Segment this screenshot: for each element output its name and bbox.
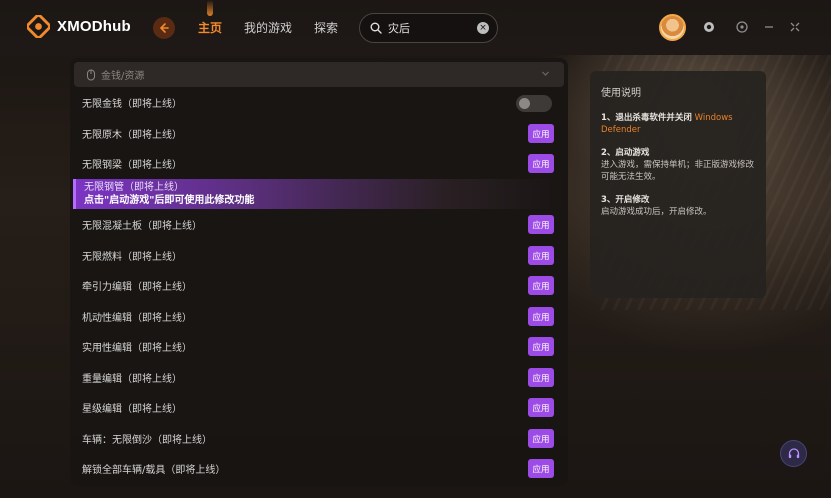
- instructions-title: 使用说明: [601, 88, 641, 99]
- app-name: XMODhub: [57, 18, 131, 35]
- step-3-heading: 3、开启修改: [601, 195, 650, 205]
- mod-label: 无限原木（即将上线）: [82, 129, 182, 141]
- list-item: 解锁全部车辆/载具（即将上线） 应用: [74, 453, 564, 483]
- instruction-step-2: 2、启动游戏 进入游戏，需保持单机；非正版游戏修改可能无法生效。: [601, 147, 755, 183]
- top-bar: XMODhub 主页 我的游戏 探索 ×: [0, 0, 831, 55]
- list-item: 重量编辑（即将上线） 应用: [74, 362, 564, 392]
- nav-my-games[interactable]: 我的游戏: [244, 19, 292, 36]
- restore-icon[interactable]: [735, 20, 749, 34]
- avatar[interactable]: [659, 14, 686, 41]
- nav-home[interactable]: 主页: [198, 19, 222, 36]
- support-button[interactable]: [780, 440, 807, 467]
- list-item: 牵引力编辑（即将上线） 应用: [74, 270, 564, 300]
- mod-label: 无限混凝土板（即将上线）: [82, 220, 202, 232]
- nav-active-indicator: [207, 0, 213, 16]
- list-item: 实用性编辑（即将上线） 应用: [74, 331, 564, 361]
- list-item: 无限金钱（即将上线）: [74, 87, 564, 117]
- apply-button[interactable]: 应用: [528, 246, 554, 265]
- mod-toggle[interactable]: [516, 95, 552, 112]
- apply-button[interactable]: 应用: [528, 276, 554, 295]
- instruction-step-3: 3、开启修改 启动游戏成功后，开启修改。: [601, 194, 755, 218]
- apply-button[interactable]: 应用: [528, 307, 554, 326]
- mod-label: 无限燃料（即将上线）: [82, 251, 182, 263]
- apply-button[interactable]: 应用: [528, 337, 554, 356]
- mod-label: 重量编辑（即将上线）: [82, 373, 182, 385]
- mod-label: 星级编辑（即将上线）: [82, 403, 182, 415]
- mod-label: 无限钢管（即将上线）: [84, 182, 184, 193]
- mod-label: 无限金钱（即将上线）: [82, 98, 182, 110]
- list-item: 机动性编辑（即将上线） 应用: [74, 301, 564, 331]
- back-icon: [159, 23, 169, 33]
- mod-label: 牵引力编辑（即将上线）: [82, 281, 192, 293]
- nav-explore[interactable]: 探索: [314, 19, 338, 36]
- mouse-icon: [87, 69, 95, 80]
- section-title: 金钱/资源: [101, 71, 145, 82]
- main-nav: 主页 我的游戏 探索: [198, 19, 338, 36]
- list-item: 无限原木（即将上线） 应用: [74, 118, 564, 148]
- list-item: 车辆：无限倒沙（即将上线） 应用: [74, 423, 564, 453]
- back-button[interactable]: [153, 17, 175, 39]
- instruction-step-1: 1、退出杀毒软件并关闭 Windows Defender: [601, 112, 755, 136]
- mod-list-panel: 金钱/资源 无限金钱（即将上线） 无限原木（即将上线） 应用 无限钢梁（即将上线…: [70, 58, 568, 486]
- search-input[interactable]: [388, 21, 468, 35]
- settings-icon[interactable]: [702, 20, 716, 34]
- clear-icon[interactable]: ×: [477, 22, 489, 34]
- apply-button[interactable]: 应用: [528, 154, 554, 173]
- list-item: 无限钢梁（即将上线） 应用: [74, 148, 564, 178]
- apply-button[interactable]: 应用: [528, 398, 554, 417]
- chevron-down-icon: [542, 71, 549, 76]
- step-3-body: 启动游戏成功后，开启修改。: [601, 207, 712, 217]
- list-item: 无限混凝土板（即将上线） 应用: [74, 209, 564, 239]
- apply-button[interactable]: 应用: [528, 459, 554, 478]
- step-1-heading: 1、退出杀毒软件并关闭: [601, 113, 692, 123]
- apply-button[interactable]: 应用: [528, 429, 554, 448]
- mod-label: 车辆：无限倒沙（即将上线）: [82, 434, 212, 446]
- apply-button[interactable]: 应用: [528, 215, 554, 234]
- search-box[interactable]: ×: [359, 13, 498, 43]
- search-icon: [370, 22, 382, 34]
- section-header[interactable]: 金钱/资源: [74, 62, 564, 87]
- close-icon[interactable]: [788, 20, 802, 34]
- list-item: 无限燃料（即将上线） 应用: [74, 240, 564, 270]
- mod-label: 无限钢梁（即将上线）: [82, 159, 182, 171]
- apply-button[interactable]: 应用: [528, 124, 554, 143]
- instructions-panel: 使用说明 1、退出杀毒软件并关闭 Windows Defender 2、启动游戏…: [590, 71, 766, 298]
- headset-icon: [788, 447, 799, 458]
- logo-icon: [27, 15, 50, 38]
- mod-label: 实用性编辑（即将上线）: [82, 342, 192, 354]
- step-2-heading: 2、启动游戏: [601, 148, 650, 158]
- minimize-icon[interactable]: [762, 20, 776, 34]
- mod-label: 机动性编辑（即将上线）: [82, 312, 192, 324]
- mod-tip: 点击"启动游戏"后即可使用此修改功能: [84, 195, 255, 206]
- list-item-highlighted[interactable]: 无限钢管（即将上线） 点击"启动游戏"后即可使用此修改功能: [73, 179, 566, 209]
- list-item: 星级编辑（即将上线） 应用: [74, 392, 564, 422]
- step-2-body: 进入游戏，需保持单机；非正版游戏修改可能无法生效。: [601, 160, 755, 182]
- app-logo[interactable]: XMODhub: [27, 15, 131, 38]
- mod-label: 解锁全部车辆/载具（即将上线）: [82, 464, 226, 476]
- apply-button[interactable]: 应用: [528, 368, 554, 387]
